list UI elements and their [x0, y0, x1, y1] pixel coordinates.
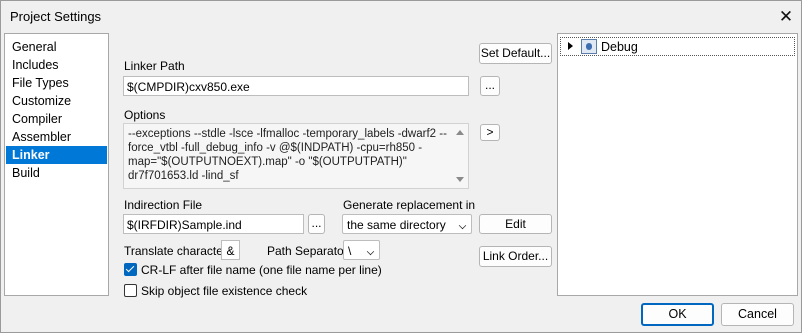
linker-settings-panel: Set Default... Linker Path $(CMPDIR)cxv8…: [110, 33, 556, 298]
crlf-label: CR-LF after file name (one file name per…: [141, 263, 382, 277]
options-expand-button[interactable]: >: [480, 124, 500, 141]
cancel-button[interactable]: Cancel: [721, 303, 794, 326]
linker-path-label: Linker Path: [124, 59, 185, 73]
close-icon[interactable]: ✕: [772, 5, 800, 29]
link-order-button[interactable]: Link Order...: [479, 246, 552, 267]
skip-existence-check-checkbox[interactable]: [124, 284, 137, 297]
scroll-up-icon[interactable]: [456, 130, 464, 135]
nav-item-compiler[interactable]: Compiler: [6, 110, 107, 128]
linker-path-input[interactable]: $(CMPDIR)cxv850.exe: [123, 76, 469, 96]
skip-existence-check-label: Skip object file existence check: [141, 284, 308, 298]
crlf-checkbox[interactable]: [124, 263, 137, 276]
scroll-down-icon[interactable]: [456, 177, 464, 182]
path-separator-value: \: [348, 244, 352, 258]
settings-category-list: General Includes File Types Customize Co…: [4, 33, 109, 296]
nav-item-customize[interactable]: Customize: [6, 92, 107, 110]
tree-item-debug-label: Debug: [601, 40, 638, 54]
options-scrollbar[interactable]: [452, 124, 468, 188]
dialog-title: Project Settings: [10, 9, 102, 24]
nav-item-build[interactable]: Build: [6, 164, 107, 182]
chevron-down-icon: [366, 247, 375, 256]
chevron-down-icon: [458, 221, 467, 230]
nav-item-assembler[interactable]: Assembler: [6, 128, 107, 146]
nav-item-file-types[interactable]: File Types: [6, 74, 107, 92]
nav-item-general[interactable]: General: [6, 38, 107, 56]
nav-item-linker[interactable]: Linker: [6, 146, 107, 164]
replacement-select-value: the same directory: [347, 218, 446, 232]
checkmark-icon: [125, 263, 135, 273]
translate-character-label: Translate character:: [124, 244, 231, 258]
debug-target-icon: [581, 39, 597, 54]
path-separator-label: Path Separator: [267, 244, 348, 258]
options-textarea[interactable]: --exceptions --stdle -lsce -lfmalloc -te…: [123, 123, 469, 189]
options-label: Options: [124, 108, 166, 122]
path-separator-select[interactable]: \: [343, 240, 380, 260]
nav-item-includes[interactable]: Includes: [6, 56, 107, 74]
project-settings-dialog: Project Settings ✕ General Includes File…: [0, 0, 802, 333]
replacement-select[interactable]: the same directory: [342, 214, 472, 234]
tree-item-debug[interactable]: Debug: [560, 37, 795, 56]
indirection-browse-button[interactable]: ...: [308, 214, 325, 234]
set-default-button[interactable]: Set Default...: [479, 43, 552, 64]
expand-arrow-icon[interactable]: [568, 42, 573, 50]
translate-character-input[interactable]: &: [221, 240, 240, 260]
title-bar: Project Settings ✕: [1, 1, 801, 32]
edit-button[interactable]: Edit: [479, 214, 552, 234]
linker-path-browse-button[interactable]: ...: [480, 76, 500, 96]
indirection-file-label: Indirection File: [124, 198, 203, 212]
options-text: --exceptions --stdle -lsce -lfmalloc -te…: [128, 128, 447, 182]
generate-replacement-label: Generate replacement in: [343, 198, 476, 212]
ok-button[interactable]: OK: [641, 303, 714, 326]
build-target-tree: Debug: [557, 33, 798, 296]
indirection-file-input[interactable]: $(IRFDIR)Sample.ind: [123, 214, 304, 234]
